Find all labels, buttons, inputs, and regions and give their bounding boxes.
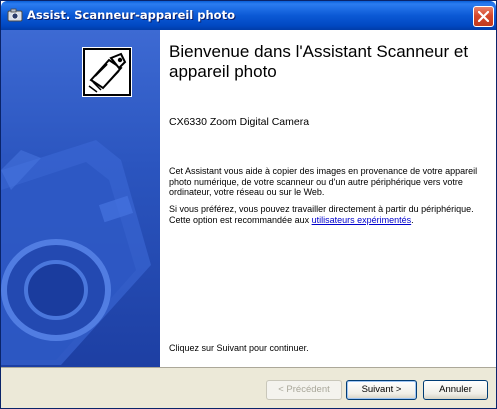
continue-instruction: Cliquez sur Suivant pour continuer. [169,343,309,353]
wizard-window: Assist. Scanneur-appareil photo Bienvenu… [0,0,497,409]
device-name: CX6330 Zoom Digital Camera [169,116,310,128]
next-button[interactable]: Suivant > [346,380,417,400]
scanner-camera-icon [82,47,132,97]
content-area: Bienvenue dans l'Assistant Scanneur et a… [161,30,496,367]
camera-icon [7,8,23,22]
window-title: Assist. Scanneur-appareil photo [27,8,235,22]
side-panel [1,30,160,367]
page-title: Bienvenue dans l'Assistant Scanneur et a… [169,42,469,81]
advanced-paragraph: Si vous préférez, vous pouvez travailler… [169,204,487,225]
advanced-users-link[interactable]: utilisateurs expérimentés [312,215,412,225]
close-button[interactable] [473,6,494,27]
close-icon [478,11,489,22]
intro-paragraph: Cet Assistant vous aide à copier des ima… [169,166,478,197]
cancel-button[interactable]: Annuler [423,380,488,400]
advanced-text-end: . [411,214,414,225]
button-bar: < Précédent Suivant > Annuler [1,367,496,408]
title-bar[interactable]: Assist. Scanneur-appareil photo [1,1,496,30]
back-button[interactable]: < Précédent [266,380,342,400]
